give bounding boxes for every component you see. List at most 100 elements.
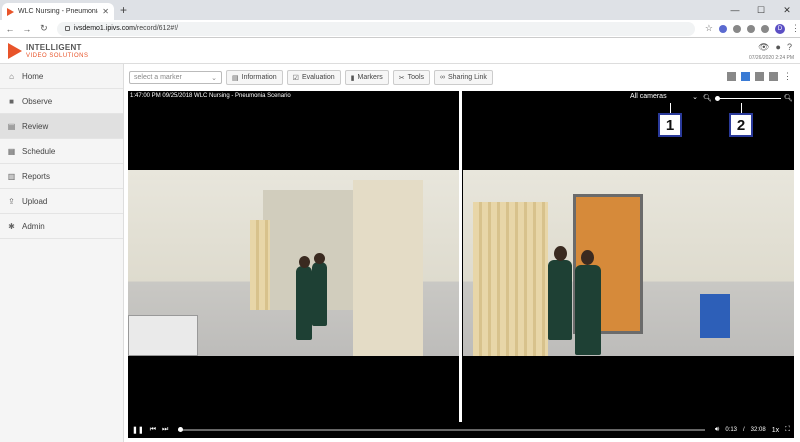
sidebar-item-label: Schedule — [22, 146, 56, 156]
curtain — [250, 220, 270, 310]
skip-forward-icon[interactable]: ⏭ — [162, 426, 168, 434]
close-window-icon[interactable]: ✕ — [774, 0, 800, 20]
new-tab-icon[interactable]: + — [120, 3, 127, 17]
upload-icon: ⇪ — [8, 196, 15, 206]
extension-icons: ☆ D ⋮ — [705, 23, 800, 34]
sharing-link-button[interactable]: ∞ Sharing Link — [434, 70, 493, 85]
callout-1-pointer — [670, 103, 671, 113]
marker-select-placeholder: select a marker — [134, 74, 182, 81]
scissors-icon: ✂ — [398, 74, 405, 82]
sidebar-item-label: Admin — [22, 221, 45, 231]
volume-icon[interactable]: 🔊︎ — [715, 426, 719, 434]
playback-bar: ❚❚ ⏮ ⏭ 🔊︎ 0:13 / 32:08 1x ⛶ — [128, 422, 794, 438]
zoom-slider[interactable] — [714, 95, 781, 101]
forward-icon[interactable]: → — [20, 24, 34, 34]
timeline-scrubber[interactable] — [178, 427, 705, 432]
evaluation-label: Evaluation — [301, 74, 335, 81]
minimize-icon[interactable]: — — [722, 0, 748, 20]
sidebar-item-label: Review — [22, 121, 49, 131]
sharing-link-label: Sharing Link — [448, 74, 487, 81]
layout-grid-icon[interactable] — [769, 72, 778, 81]
back-icon[interactable]: ← — [3, 24, 17, 34]
sidebar-item-reports[interactable]: ▥ Reports — [0, 164, 123, 189]
person — [296, 266, 312, 340]
zoom-slider-handle[interactable] — [714, 95, 720, 101]
markers-button[interactable]: ▮ Markers — [344, 70, 389, 85]
sidebar-item-label: Observe — [22, 96, 53, 106]
sidebar-item-review[interactable]: ▤ Review — [0, 114, 123, 139]
calendar-icon: ▦ — [7, 146, 16, 156]
layout-more-icon[interactable]: ⋮ — [783, 71, 792, 82]
address-bar: ← → ↻ ivsdemo1.ipivs.com/record/612#!/ ☆… — [0, 20, 800, 38]
person-head — [554, 246, 567, 261]
extension-icon[interactable] — [732, 24, 741, 33]
camera-select[interactable]: All cameras ⌄ — [630, 93, 698, 101]
eye-icon[interactable]: 👁 — [758, 42, 769, 53]
marker-select[interactable]: select a marker ⌄ — [129, 71, 222, 84]
document-icon: ▤ — [232, 74, 239, 82]
browser-tab[interactable]: WLC Nursing - Pneumonia S ✕ — [2, 3, 114, 20]
sidebar-item-observe[interactable]: ■ Observe — [0, 89, 123, 114]
tab-title: WLC Nursing - Pneumonia S — [18, 8, 99, 15]
maximize-icon[interactable]: ☐ — [748, 0, 774, 20]
fullscreen-icon[interactable]: ⛶ — [785, 426, 790, 434]
gear-icon: ✱ — [8, 221, 15, 231]
wall-panel — [353, 180, 423, 356]
sidebar-item-home[interactable]: ⌂ Home — [0, 64, 123, 89]
person — [575, 265, 601, 355]
timeline-handle[interactable] — [178, 427, 184, 432]
bar-chart-icon: ▥ — [7, 171, 16, 181]
layout-two-column-icon[interactable] — [741, 72, 750, 81]
information-label: Information — [241, 74, 277, 81]
logo-icon — [8, 43, 22, 59]
profile-avatar[interactable]: D — [774, 23, 785, 34]
sidebar-item-upload[interactable]: ⇪ Upload — [0, 189, 123, 214]
camera-feed-left[interactable] — [128, 170, 459, 356]
callout-2: 2 — [729, 113, 753, 137]
waste-bin — [700, 294, 730, 338]
callout-2-pointer — [741, 103, 742, 113]
zoom-in-icon[interactable]: 🔍︎ — [784, 94, 793, 102]
close-tab-icon[interactable]: ✕ — [102, 7, 109, 16]
layout-switcher: ⋮ — [727, 71, 792, 82]
logo[interactable]: INTELLIGENT VIDEO SOLUTIONS — [26, 44, 89, 60]
video-player: 1:47:00 PM 09/25/2018 WLC Nursing - Pneu… — [128, 91, 794, 438]
menu-dots-icon[interactable]: ⋮ — [791, 23, 800, 34]
camera-divider[interactable] — [459, 91, 462, 431]
reload-icon[interactable]: ↻ — [37, 23, 51, 34]
puzzle-icon[interactable] — [746, 24, 755, 33]
media-icon[interactable] — [760, 24, 769, 33]
time-separator: / — [743, 427, 745, 433]
information-button[interactable]: ▤ Information — [226, 70, 283, 85]
home-icon: ⌂ — [9, 71, 14, 81]
tools-button[interactable]: ✂ Tools — [392, 70, 430, 85]
layout-single-icon[interactable] — [727, 72, 736, 81]
playback-speed[interactable]: 1x — [772, 427, 779, 434]
url-input[interactable]: ivsdemo1.ipivs.com/record/612#!/ — [56, 21, 695, 36]
help-icon[interactable]: ? — [787, 42, 792, 53]
bookmark-icon: ▮ — [350, 74, 355, 82]
zoom-out-icon[interactable]: 🔍︎ — [703, 94, 712, 102]
tools-label: Tools — [407, 74, 424, 81]
sidebar-item-admin[interactable]: ✱ Admin — [0, 214, 123, 239]
link-icon: ∞ — [440, 74, 445, 81]
browser-tab-bar: WLC Nursing - Pneumonia S ✕ + — ☐ ✕ — [0, 0, 800, 20]
extension-icon[interactable] — [718, 24, 727, 33]
callout-1: 1 — [658, 113, 682, 137]
film-icon: ▤ — [7, 121, 16, 131]
sidebar-item-schedule[interactable]: ▦ Schedule — [0, 139, 123, 164]
sidebar-item-label: Reports — [22, 171, 51, 181]
skip-back-icon[interactable]: ⏮ — [150, 426, 156, 434]
curtain — [473, 202, 548, 356]
person-head — [299, 256, 310, 268]
sidebar-item-label: Home — [22, 71, 44, 81]
evaluation-button[interactable]: ☑ Evaluation — [286, 70, 341, 85]
url-text: ivsdemo1.ipivs.com/record/612#!/ — [74, 25, 178, 32]
pause-icon[interactable]: ❚❚ — [132, 426, 144, 434]
bookmark-star-icon[interactable]: ☆ — [705, 23, 713, 34]
camera-feed-right[interactable] — [463, 170, 794, 356]
user-icon[interactable]: ● — [776, 42, 781, 53]
video-camera-icon: ■ — [9, 96, 14, 106]
layout-quad-icon[interactable] — [755, 72, 764, 81]
sidebar-item-label: Upload — [22, 196, 48, 206]
